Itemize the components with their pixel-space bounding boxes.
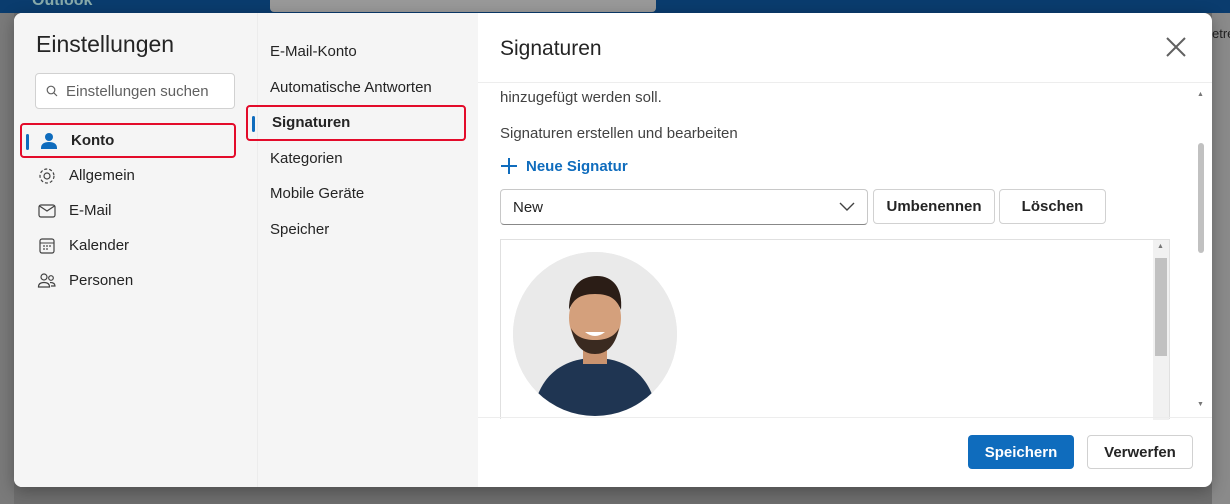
rename-button[interactable]: Umbenennen [873,189,995,224]
page-title: Signaturen [500,37,602,60]
background-search [270,0,656,12]
panel-scroll-down-icon[interactable]: ▼ [1197,401,1204,408]
editor-scrollbar[interactable]: ▲ [1153,240,1169,420]
nav-item-kalender[interactable]: Kalender [20,228,236,263]
subnav-kategorien[interactable]: Kategorien [246,141,466,177]
app-name: Outlook [32,0,93,9]
selected-signature: New [513,198,544,216]
gear-icon [39,167,55,184]
outlook-topbar: Outlook [0,0,1230,13]
subnav-automatische-antworten[interactable]: Automatische Antworten [246,70,466,106]
settings-sidebar: Einstellungen Einstellungen suchen Konto… [14,13,257,487]
panel-scroll-thumb[interactable] [1198,143,1204,253]
people-icon [37,272,56,288]
plus-icon [501,158,517,174]
section-label: Signaturen erstellen und bearbeiten [500,125,738,142]
intro-text: hinzugefügt werden soll. [500,89,662,106]
background-text: etre [1212,26,1230,41]
settings-search-input[interactable]: Einstellungen suchen [35,73,235,109]
signature-photo [513,252,677,416]
settings-nav: Konto Allgemein E-Mail Kalender Personen [20,123,236,298]
signature-editor[interactable]: ▲ [500,239,1170,420]
nav-label: Personen [69,272,134,289]
mail-icon [38,203,56,218]
chevron-down-icon [839,202,855,211]
panel-scroll-up-icon[interactable]: ▲ [1197,91,1204,98]
footer-divider [478,417,1212,418]
delete-button[interactable]: Löschen [999,189,1106,224]
close-icon[interactable] [1164,35,1188,59]
scroll-up-icon[interactable]: ▲ [1157,243,1164,250]
nav-item-email[interactable]: E-Mail [20,193,236,228]
subnav-signaturen[interactable]: Signaturen [246,105,466,141]
signatures-panel: Signaturen hinzugefügt werden soll. Sign… [478,13,1212,487]
nav-item-allgemein[interactable]: Allgemein [20,158,236,193]
subnav-email-konto[interactable]: E-Mail-Konto [246,34,466,70]
discard-button[interactable]: Verwerfen [1087,435,1193,469]
header-divider [478,82,1212,83]
settings-dialog: Einstellungen Einstellungen suchen Konto… [14,13,1212,487]
nav-label: Kalender [69,237,130,254]
save-button[interactable]: Speichern [968,435,1074,469]
nav-label: Allgemein [69,167,135,184]
nav-item-personen[interactable]: Personen [20,263,236,298]
nav-label: Konto [71,132,115,149]
signature-select[interactable]: New [500,189,868,225]
person-icon [41,132,57,149]
nav-item-konto[interactable]: Konto [20,123,236,158]
subnav-mobile-geraete[interactable]: Mobile Geräte [246,176,466,212]
editor-scroll-thumb[interactable] [1155,258,1167,356]
new-signature-button[interactable]: Neue Signatur [500,157,628,175]
settings-subnav: E-Mail-Konto Automatische Antworten Sign… [246,34,466,247]
new-signature-label: Neue Signatur [526,157,628,175]
background-app-rail [0,13,14,504]
nav-label: E-Mail [69,202,112,219]
search-icon [46,85,58,97]
search-placeholder: Einstellungen suchen [66,82,209,100]
settings-title: Einstellungen [36,31,175,57]
subnav-speicher[interactable]: Speicher [246,212,466,248]
calendar-icon [39,237,55,254]
background-content [1212,13,1230,504]
